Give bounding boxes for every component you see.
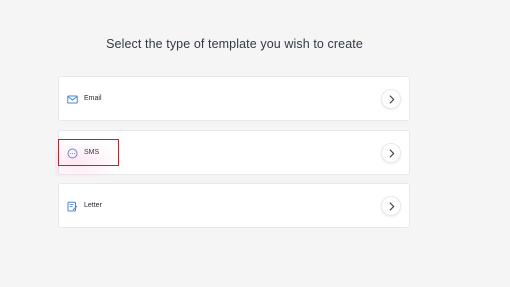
template-option-letter[interactable]: Letter	[58, 183, 410, 228]
chevron-right-icon[interactable]	[381, 196, 401, 216]
page-title: Select the type of template you wish to …	[106, 37, 363, 51]
template-option-label: Email	[84, 95, 102, 102]
letter-icon	[67, 201, 78, 212]
template-option-label: Letter	[84, 202, 102, 209]
template-option-label: SMS	[84, 149, 100, 156]
chevron-right-icon[interactable]	[381, 89, 401, 109]
chevron-right-icon[interactable]	[381, 143, 401, 163]
sms-chat-icon	[67, 148, 78, 159]
template-option-email[interactable]: Email	[58, 76, 410, 121]
email-icon	[67, 94, 78, 105]
template-option-sms[interactable]: SMS	[58, 130, 410, 175]
